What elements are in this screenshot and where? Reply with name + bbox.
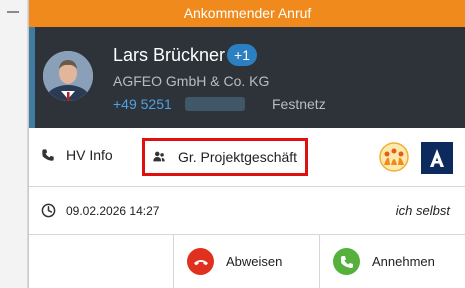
background-window-strip — [0, 0, 28, 288]
accept-call-button[interactable]: Annehmen — [321, 235, 465, 288]
call-time-row: 09.02.2026 14:27 ich selbst — [29, 187, 465, 235]
caller-panel: Lars Brückner +1 AGFEO GmbH & Co. KG +49… — [29, 27, 465, 128]
hv-info-item[interactable]: HV Info — [41, 147, 113, 163]
incoming-call-popup: Ankommender Anruf Lars Brückner +1 AGFEO… — [28, 0, 465, 288]
accept-label: Annehmen — [372, 254, 435, 269]
hangup-icon — [187, 248, 214, 275]
hv-info-label: HV Info — [66, 147, 113, 163]
reject-label: Abweisen — [226, 254, 283, 269]
caller-phone-number[interactable]: +49 5251 — [113, 96, 172, 112]
minimize-dash-icon[interactable] — [7, 11, 19, 13]
window-title: Ankommender Anruf — [29, 0, 465, 27]
reject-call-button[interactable]: Abweisen — [175, 235, 320, 288]
call-info-row: HV Info Gr. Projektgeschäft — [29, 128, 465, 187]
phone-accept-icon — [333, 248, 360, 275]
caller-avatar — [43, 51, 93, 101]
crm-app-icon[interactable] — [379, 142, 409, 172]
agfeo-app-icon[interactable] — [421, 142, 453, 174]
call-actions: Abweisen Annehmen — [29, 235, 465, 288]
redacted-phone-digits — [185, 97, 245, 111]
phone-icon — [42, 149, 54, 161]
phone-type-label: Festnetz — [272, 96, 326, 112]
call-datetime: 09.02.2026 14:27 — [66, 204, 160, 218]
caller-company: AGFEO GmbH & Co. KG — [113, 73, 270, 89]
clock-icon — [41, 203, 56, 218]
call-handler: ich selbst — [395, 203, 450, 218]
project-group-item[interactable]: Gr. Projektgeschäft — [142, 138, 308, 176]
caller-name: Lars Brückner — [113, 45, 226, 65]
project-group-label: Gr. Projektgeschäft — [178, 149, 298, 165]
additional-contacts-badge[interactable]: +1 — [227, 44, 257, 66]
people-icon — [153, 151, 165, 162]
empty-action-slot — [29, 235, 174, 288]
